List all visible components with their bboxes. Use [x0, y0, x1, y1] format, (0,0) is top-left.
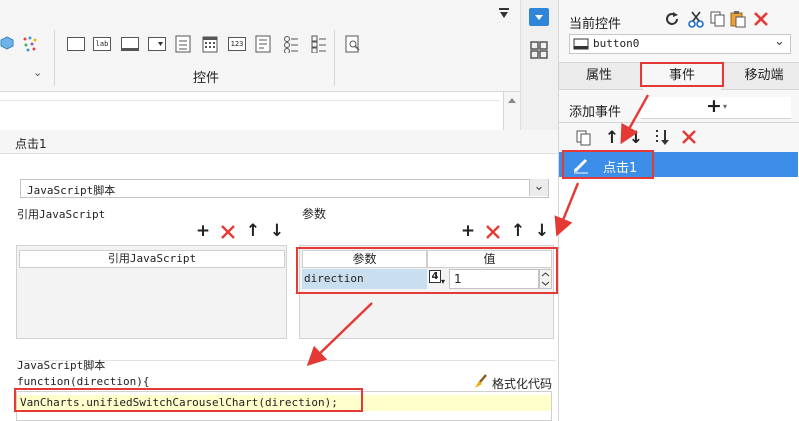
action-type-select[interactable]: JavaScript脚本 ⌄ — [20, 179, 549, 198]
format-code-button[interactable]: 格式化代码 — [492, 375, 552, 392]
combo-widget-icon[interactable] — [148, 37, 166, 51]
add-event-select[interactable]: + ▾ — [641, 95, 791, 119]
text-widget-icon[interactable] — [121, 37, 139, 51]
chart-widget-icon[interactable] — [0, 36, 14, 50]
tab-properties[interactable]: 属性 — [564, 62, 634, 90]
delete-event-icon[interactable] — [681, 129, 697, 145]
button-control-icon — [573, 38, 589, 50]
event-list — [559, 152, 799, 421]
refresh-icon[interactable] — [663, 10, 681, 28]
control-select-value: button0 — [593, 37, 640, 50]
radio-group-widget-icon[interactable] — [283, 35, 299, 54]
current-control-label: 当前控件 — [569, 17, 622, 32]
textarea-widget-icon[interactable] — [255, 35, 271, 53]
add-event-label: 添加事件 — [569, 105, 622, 120]
ref-js-section-label: 引用JavaScript — [17, 208, 106, 221]
dialog-titlebar: 点击1 — [0, 130, 558, 154]
dialog-title: 点击1 — [15, 137, 47, 151]
delete-icon[interactable] — [752, 10, 770, 28]
move-up-icon[interactable]: ↑ — [603, 128, 621, 148]
chevron-down-icon: ▾ — [723, 102, 728, 111]
toolbar-section-label: 控件 — [193, 71, 220, 86]
date-widget-icon[interactable] — [202, 35, 218, 53]
move-bottom-icon[interactable] — [655, 128, 673, 148]
chevron-down-icon[interactable]: ⌄ — [33, 66, 42, 79]
design-toolbar: ⌄ lab 123 控件 — [0, 0, 520, 92]
control-select[interactable]: button0 ⌄ — [569, 34, 791, 54]
paste-icon[interactable] — [729, 10, 747, 28]
button-widget-icon[interactable] — [67, 37, 85, 51]
dots-widget-icon[interactable] — [22, 36, 38, 52]
move-up-icon[interactable]: ↑ — [244, 221, 262, 241]
copy-event-icon[interactable] — [575, 129, 593, 147]
copy-icon[interactable] — [709, 10, 727, 28]
move-down-icon[interactable]: ↓ — [533, 221, 551, 241]
params-section-label: 参数 — [302, 207, 327, 221]
highlight-box — [640, 62, 724, 87]
delete-icon[interactable] — [220, 224, 236, 240]
label-widget-icon[interactable]: lab — [93, 37, 111, 51]
highlight-box — [14, 388, 363, 412]
script-signature: function(direction){ — [17, 375, 150, 388]
script-section-label: JavaScript脚本 — [17, 359, 106, 372]
format-brush-icon[interactable] — [473, 373, 489, 389]
event-editor-dialog: 点击1 JavaScript脚本 ⌄ 引用JavaScript 参数 + ↑ ↓… — [0, 130, 558, 421]
search-widget-icon[interactable] — [345, 35, 361, 53]
toolbar-divider — [334, 30, 335, 86]
add-icon: + — [706, 95, 722, 117]
widget-settings-icon[interactable] — [529, 8, 549, 26]
delete-icon[interactable] — [485, 224, 501, 240]
collapse-toolbar-icon[interactable] — [497, 7, 511, 21]
event-toolbar: ↑ ↓ — [559, 122, 799, 152]
chevron-down-icon: ⌄ — [774, 34, 785, 49]
tab-mobile[interactable]: 移动端 — [729, 62, 799, 90]
number-widget-icon[interactable]: 123 — [228, 37, 246, 51]
ref-js-column-header: 引用JavaScript — [19, 250, 285, 268]
checkbox-group-widget-icon[interactable] — [311, 35, 327, 54]
move-up-icon[interactable]: ↑ — [509, 221, 527, 241]
highlight-box — [562, 150, 654, 179]
cut-icon[interactable] — [687, 10, 705, 28]
toolbar-divider — [54, 30, 55, 86]
design-canvas — [0, 92, 503, 130]
move-down-icon[interactable]: ↓ — [268, 221, 286, 241]
action-type-value: JavaScript脚本 — [27, 184, 116, 197]
ref-js-table: 引用JavaScript — [16, 245, 287, 339]
canvas-scrollbar[interactable] — [503, 92, 520, 132]
highlight-box — [296, 247, 558, 294]
chevron-down-icon: ⌄ — [529, 179, 548, 196]
properties-panel: 当前控件 button0 ⌄ 属性 事件 移动端 添加事件 + ▾ ↑ ↓ 点击… — [558, 0, 799, 421]
add-icon[interactable]: + — [194, 221, 212, 241]
add-icon[interactable]: + — [459, 221, 477, 241]
layout-grid-icon[interactable] — [530, 41, 548, 59]
side-icon-strip — [520, 0, 558, 132]
move-down-icon[interactable]: ↓ — [627, 128, 645, 148]
list-widget-icon[interactable] — [175, 35, 191, 53]
